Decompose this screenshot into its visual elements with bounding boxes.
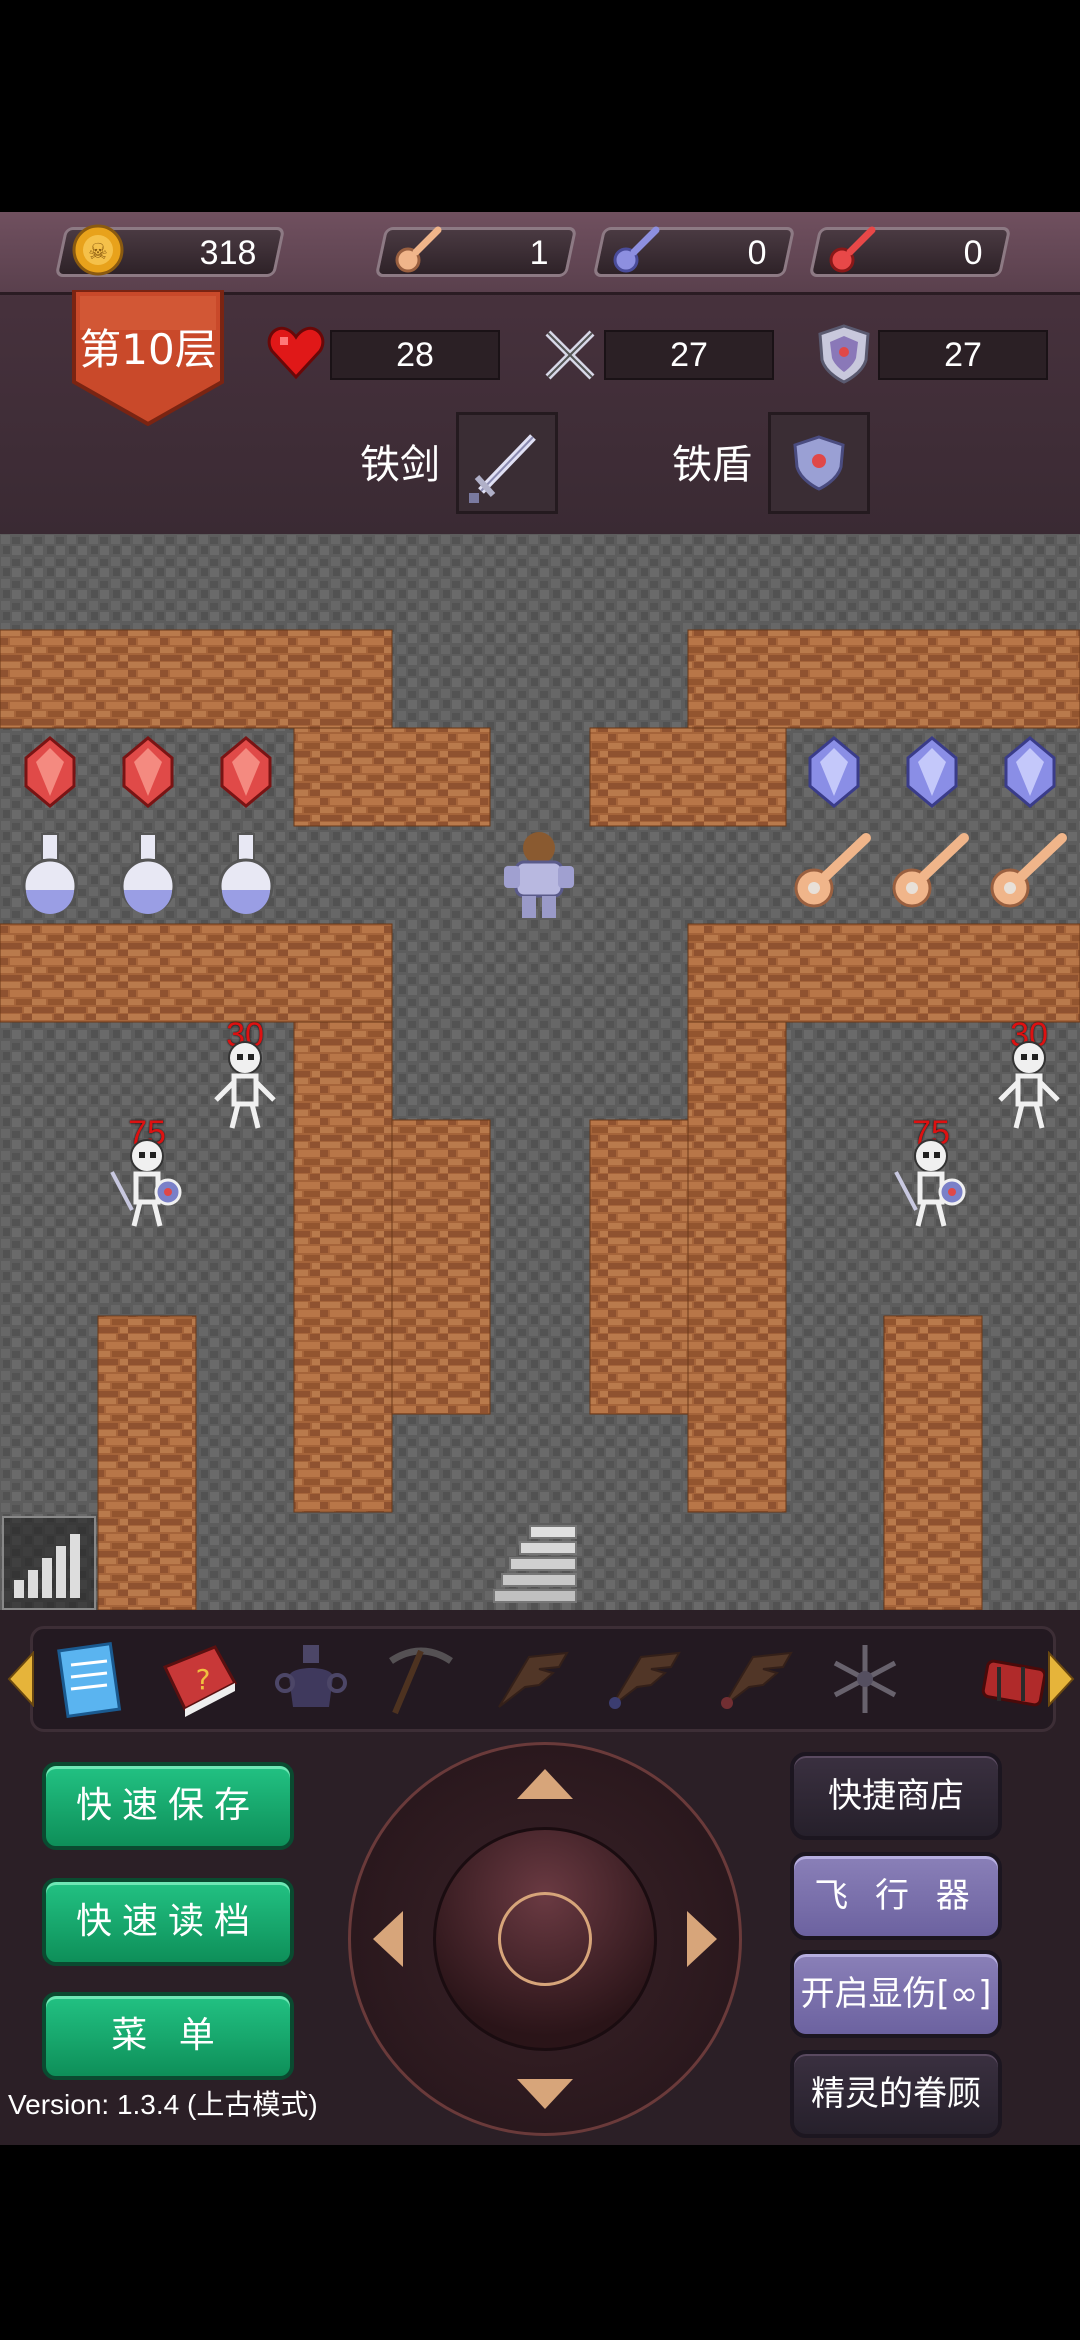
svg-text:?: ? — [196, 1663, 211, 1696]
item-toolbar: ? — [7, 1626, 1075, 1732]
skeleton-captain-sprite[interactable] — [882, 1132, 980, 1234]
shield-stat-icon — [816, 322, 872, 390]
yellow-key-icon — [392, 224, 444, 280]
scroll-right-arrow-icon[interactable] — [1045, 1650, 1075, 1711]
red-gem-icon[interactable] — [120, 734, 176, 814]
downstairs-wing-icon[interactable] — [601, 1637, 685, 1725]
yellow-key-icon[interactable] — [986, 830, 1070, 918]
hero-sprite — [490, 826, 588, 928]
gold-value: 318 — [199, 234, 257, 272]
bomb-icon[interactable] — [979, 1637, 1047, 1725]
blue-potion-icon[interactable] — [214, 828, 278, 922]
floor-banner: 第10层 — [70, 290, 226, 426]
blue-gem-icon[interactable] — [1002, 734, 1058, 814]
weapon-slot[interactable] — [456, 412, 558, 514]
blue-key-icon — [610, 224, 662, 280]
blue-gem-icon[interactable] — [806, 734, 862, 814]
blue-gem-icon[interactable] — [904, 734, 960, 814]
yellow-key-icon[interactable] — [790, 830, 874, 918]
blue-key-value: 0 — [747, 234, 767, 272]
attack-display: 27 — [604, 330, 774, 380]
dpad-center-knob[interactable] — [433, 1827, 657, 2051]
svg-text:☠: ☠ — [88, 240, 108, 265]
crossed-swords-icon — [540, 325, 600, 389]
floor-label: 第10层 — [79, 325, 217, 374]
skeleton-sprite[interactable] — [196, 1034, 294, 1136]
red-key-value: 0 — [963, 234, 983, 272]
menu-button[interactable]: 菜 单 — [42, 1992, 294, 2080]
defense-value: 27 — [944, 336, 982, 374]
gold-coin-icon: ☠ — [70, 222, 126, 282]
downstairs-icon[interactable] — [490, 1512, 588, 1614]
skeleton-captain-sprite[interactable] — [98, 1132, 196, 1234]
defense-display: 27 — [878, 330, 1048, 380]
monster-book-icon[interactable]: ? — [157, 1637, 241, 1725]
signal-strength-icon — [2, 1516, 96, 1610]
attack-value: 27 — [670, 336, 708, 374]
scroll-left-arrow-icon[interactable] — [7, 1650, 37, 1711]
hp-value: 28 — [396, 336, 434, 374]
hp-display: 28 — [330, 330, 500, 380]
shield-slot[interactable] — [768, 412, 870, 514]
iron-shield-icon — [793, 435, 845, 491]
iron-sword-icon — [469, 434, 536, 503]
skeleton-sprite[interactable] — [980, 1034, 1078, 1136]
red-gem-icon[interactable] — [22, 734, 78, 814]
show-damage-button[interactable]: 开启显伤[∞] — [790, 1950, 1002, 2038]
dpad[interactable] — [348, 1742, 742, 2136]
blue-potion-icon[interactable] — [116, 828, 180, 922]
blue-potion-icon[interactable] — [18, 828, 82, 922]
fairy-favor-button[interactable]: 精灵的眷顾 — [790, 2050, 1002, 2138]
yellow-key-icon[interactable] — [888, 830, 972, 918]
center-fly-icon[interactable] — [713, 1637, 797, 1725]
quick-load-button[interactable]: 快速读档 — [42, 1878, 294, 1966]
snowflake-icon[interactable] — [823, 1637, 907, 1725]
shield-label: 铁盾 — [672, 442, 752, 488]
version-label: Version: 1.3.4 (上古模式) — [8, 2089, 318, 2120]
game-map[interactable]: 30 30 75 75 — [0, 534, 1080, 1610]
weapon-label: 铁剑 — [360, 442, 440, 488]
dpad-center-ring-icon — [498, 1892, 592, 1986]
red-gem-icon[interactable] — [218, 734, 274, 814]
pickaxe-icon[interactable] — [379, 1637, 463, 1725]
quick-shop-button[interactable]: 快捷商店 — [790, 1752, 1002, 1840]
yellow-key-value: 1 — [529, 234, 549, 272]
notepad-icon[interactable] — [47, 1637, 131, 1725]
heart-icon — [266, 325, 326, 385]
holy-water-icon[interactable] — [269, 1637, 353, 1725]
fly-button[interactable]: 飞 行 器 — [790, 1852, 1002, 1940]
upstairs-wing-icon[interactable] — [489, 1637, 573, 1725]
resource-bar: 318 ☠ 1 0 0 — [0, 212, 1080, 295]
quick-save-button[interactable]: 快速保存 — [42, 1762, 294, 1850]
red-key-icon — [826, 224, 878, 280]
